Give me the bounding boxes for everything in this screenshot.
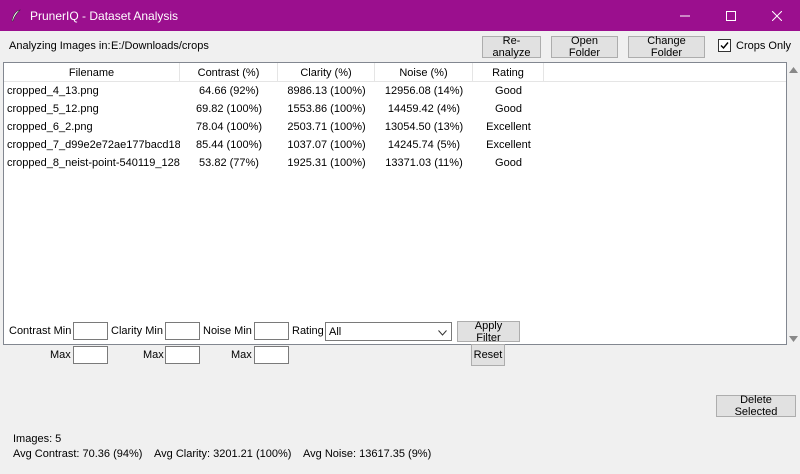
cell-contrast: 85.44 (100%) (195, 139, 263, 151)
scroll-up-icon[interactable] (789, 65, 798, 74)
table-row[interactable]: cropped_6_2.png 78.04 (100%) 2503.71 (10… (4, 118, 786, 136)
table-scrollbar[interactable] (787, 62, 800, 345)
rating-label: Rating (292, 325, 324, 337)
table-row[interactable]: cropped_7_d99e2e72ae177bacd186b2 85.44 (… (4, 136, 786, 154)
contrast-max-input[interactable] (73, 346, 108, 364)
avg-noise: Avg Noise: 13617.35 (9%) (303, 448, 432, 460)
table-header: Filename Contrast (%) Clarity (%) Noise … (4, 63, 786, 82)
cell-noise: 13371.03 (11%) (385, 157, 463, 169)
images-count: Images: 5 (13, 433, 62, 445)
cell-filename: cropped_6_2.png (7, 121, 93, 133)
cell-contrast: 64.66 (92%) (199, 85, 259, 97)
table-row[interactable]: cropped_8_neist-point-540119_1280. 53.82… (4, 154, 786, 172)
close-button[interactable] (754, 0, 800, 31)
average-stats: Avg Contrast: 70.36 (94%) Avg Clarity: 3… (13, 448, 431, 460)
cell-contrast: 53.82 (77%) (199, 157, 259, 169)
maximize-icon (726, 10, 736, 21)
cell-contrast: 69.82 (100%) (195, 103, 263, 115)
contrast-min-label: Contrast Min (9, 325, 72, 337)
delete-selected-button[interactable]: Delete Selected (716, 394, 796, 418)
cell-rating: Good (495, 103, 522, 115)
column-header-noise[interactable]: Noise (%) (375, 63, 473, 82)
main-window: Analyzing Images in: E:/Downloads/crops … (0, 31, 800, 474)
chevron-down-icon (438, 327, 447, 339)
contrast-min-input[interactable] (73, 322, 108, 340)
window-controls (662, 0, 800, 31)
avg-contrast: Avg Contrast: 70.36 (94%) (13, 448, 143, 460)
scroll-down-icon[interactable] (789, 334, 798, 343)
open-folder-button[interactable]: Open Folder (551, 35, 618, 59)
clarity-min-input[interactable] (165, 322, 200, 340)
clarity-min-label: Clarity Min (111, 325, 163, 337)
table-row[interactable]: cropped_4_13.png 64.66 (92%) 8986.13 (10… (4, 82, 786, 100)
noise-max-label: Max (231, 349, 252, 361)
cell-filename: cropped_5_12.png (7, 103, 99, 115)
avg-clarity: Avg Clarity: 3201.21 (100%) (154, 448, 292, 460)
crops-only-toggle[interactable]: Crops Only (718, 39, 791, 52)
cell-filename: cropped_7_d99e2e72ae177bacd186b2 (7, 139, 180, 151)
noise-min-input[interactable] (254, 322, 289, 340)
checkmark-icon (720, 42, 729, 50)
reanalyze-button[interactable]: Re-analyze (482, 35, 541, 59)
cell-rating: Good (495, 85, 522, 97)
column-header-contrast[interactable]: Contrast (%) (180, 63, 278, 82)
minimize-icon (680, 15, 690, 16)
clarity-max-input[interactable] (165, 346, 200, 364)
rating-select[interactable]: All (325, 322, 452, 341)
analyzing-label: Analyzing Images in: (9, 40, 111, 52)
cell-noise: 14459.42 (4%) (387, 103, 461, 115)
crops-only-label: Crops Only (736, 39, 792, 52)
cell-noise: 14245.74 (5%) (387, 139, 461, 151)
cell-noise: 12956.08 (14%) (384, 85, 464, 97)
maximize-button[interactable] (708, 0, 754, 31)
column-header-filename[interactable]: Filename (4, 63, 180, 82)
cell-clarity: 1925.31 (100%) (287, 157, 366, 169)
cell-filename: cropped_4_13.png (7, 85, 99, 97)
close-icon (772, 10, 782, 21)
folder-path: E:/Downloads/crops (111, 40, 209, 52)
table-row[interactable]: cropped_5_12.png 69.82 (100%) 1553.86 (1… (4, 100, 786, 118)
window-title: PrunerIQ - Dataset Analysis (30, 8, 179, 23)
contrast-max-label: Max (50, 349, 71, 361)
title-bar: PrunerIQ - Dataset Analysis (0, 0, 800, 31)
cell-clarity: 1037.07 (100%) (287, 139, 366, 151)
toolbar: Analyzing Images in: E:/Downloads/crops … (0, 31, 800, 61)
rating-select-value: All (329, 325, 342, 338)
apply-filter-button[interactable]: Apply Filter (457, 320, 520, 344)
crops-only-checkbox[interactable] (718, 39, 731, 52)
cell-clarity: 2503.71 (100%) (287, 121, 366, 133)
cell-noise: 13054.50 (13%) (384, 121, 464, 133)
minimize-button[interactable] (662, 0, 708, 31)
cell-filename: cropped_8_neist-point-540119_1280. (7, 157, 180, 169)
column-header-rating[interactable]: Rating (473, 63, 544, 82)
cell-rating: Excellent (486, 121, 531, 133)
cell-rating: Good (495, 157, 522, 169)
results-table[interactable]: Filename Contrast (%) Clarity (%) Noise … (3, 62, 787, 345)
noise-max-input[interactable] (254, 346, 289, 364)
cell-rating: Excellent (486, 139, 531, 151)
cell-clarity: 8986.13 (100%) (287, 85, 366, 97)
cell-contrast: 78.04 (100%) (195, 121, 263, 133)
column-header-clarity[interactable]: Clarity (%) (278, 63, 375, 82)
feather-app-icon (8, 8, 24, 24)
clarity-max-label: Max (143, 349, 164, 361)
noise-min-label: Noise Min (203, 325, 252, 337)
change-folder-button[interactable]: Change Folder (628, 35, 705, 59)
reset-button[interactable]: Reset (471, 344, 505, 366)
cell-clarity: 1553.86 (100%) (287, 103, 366, 115)
